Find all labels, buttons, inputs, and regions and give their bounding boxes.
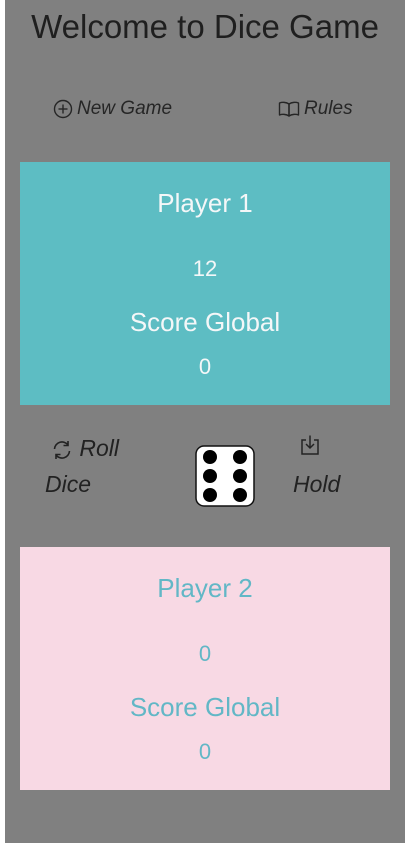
player2-global-label: Score Global: [129, 692, 281, 722]
player1-global-score: 0: [198, 354, 212, 379]
dice-face: [195, 445, 255, 507]
hold-button[interactable]: Hold: [293, 430, 363, 502]
roll-dice-button[interactable]: Roll Dice: [45, 430, 135, 502]
new-game-label: New Game: [77, 98, 173, 119]
plus-circle-icon: [53, 99, 73, 119]
game-controls: Roll Dice Hold: [5, 430, 405, 520]
new-game-button[interactable]: New Game: [53, 98, 172, 120]
app-container: Welcome to Dice Game New Game Rules Play…: [5, 0, 405, 843]
refresh-icon: [51, 439, 79, 465]
book-icon: [278, 100, 300, 118]
player2-panel: Player 2 0 Score Global 0: [20, 547, 390, 790]
player2-round-score: 0: [198, 641, 212, 666]
player1-round-score: 12: [192, 256, 218, 281]
rules-button[interactable]: Rules: [278, 98, 353, 120]
download-icon: [299, 430, 363, 466]
hold-label: Hold: [293, 471, 341, 497]
player2-global-score: 0: [198, 739, 212, 764]
roll-label-line2: Dice: [45, 471, 92, 497]
rules-label: Rules: [304, 98, 353, 119]
roll-label-line1: Roll: [79, 435, 120, 461]
player2-name: Player 2: [157, 573, 253, 603]
player1-global-label: Score Global: [129, 307, 281, 337]
page-title: Welcome to Dice Game: [31, 8, 379, 45]
player1-panel: Player 1 12 Score Global 0: [20, 162, 390, 405]
player1-name: Player 1: [157, 188, 253, 218]
